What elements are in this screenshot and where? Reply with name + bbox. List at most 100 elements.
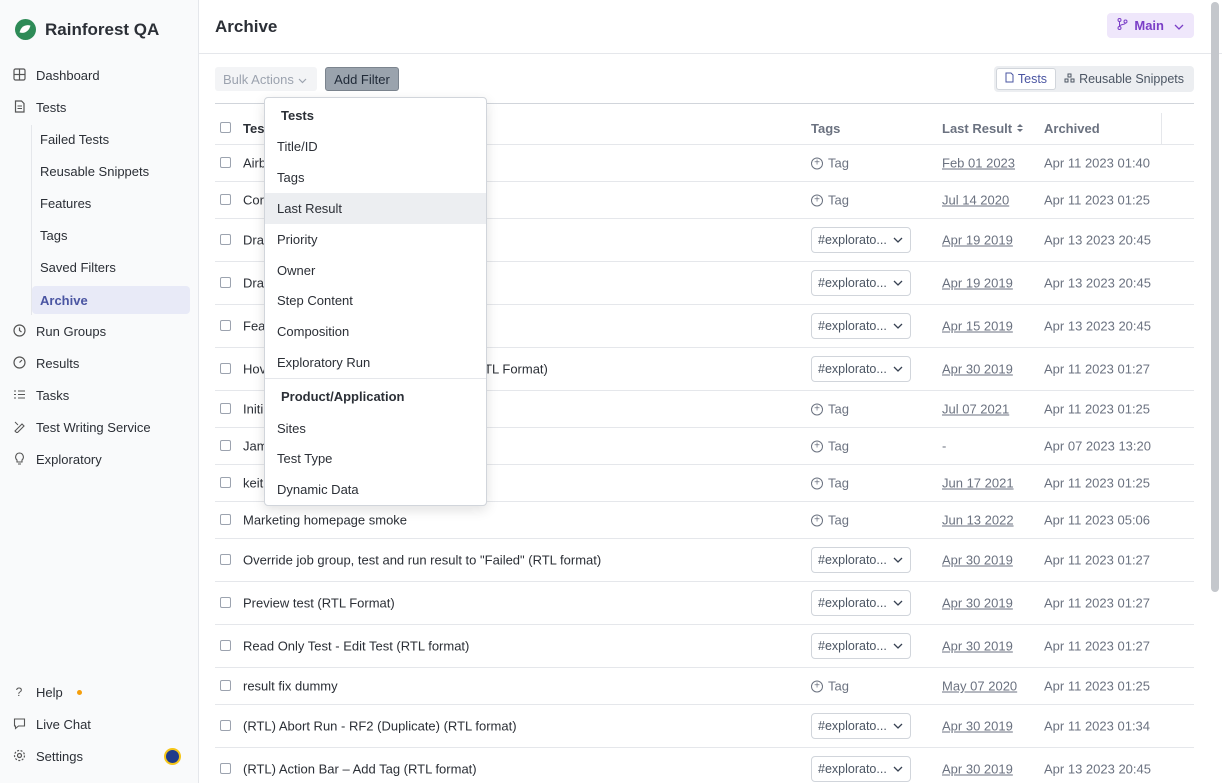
row-checkbox[interactable] — [220, 157, 231, 168]
test-title[interactable]: Override job group, test and run result … — [243, 553, 601, 568]
last-result-link[interactable]: Apr 30 2019 — [942, 762, 1013, 777]
tag-select[interactable]: #explorato... — [811, 227, 911, 253]
add-tag-button[interactable]: + Tag — [811, 679, 849, 694]
row-checkbox[interactable] — [220, 320, 231, 331]
sidebar-item-saved-filters[interactable]: Saved Filters — [32, 253, 190, 281]
last-result-link[interactable]: Jul 07 2021 — [942, 402, 1009, 417]
test-title[interactable]: Marketing homepage smoke — [243, 513, 407, 528]
branch-selector[interactable]: Main — [1107, 13, 1194, 38]
menu-item-title-id[interactable]: Title/ID — [265, 131, 486, 162]
menu-item-exploratory-run[interactable]: Exploratory Run — [265, 347, 486, 378]
table-row[interactable]: Marketing homepage smoke + Tag Jun 13 2022 A… — [215, 502, 1194, 539]
last-result-link[interactable]: Feb 01 2023 — [942, 156, 1015, 171]
test-title[interactable]: Initi — [243, 402, 263, 417]
table-row[interactable]: Preview test (RTL Format) #explorato... Ap… — [215, 582, 1194, 625]
tag-select[interactable]: #explorato... — [811, 356, 911, 382]
menu-item-owner[interactable]: Owner — [265, 255, 486, 286]
row-checkbox[interactable] — [220, 763, 231, 774]
tag-select[interactable]: #explorato... — [811, 547, 911, 573]
test-title[interactable]: (RTL) Abort Run - RF2 (Duplicate) (RTL f… — [243, 719, 517, 734]
sidebar-item-tasks[interactable]: Tasks — [12, 381, 69, 409]
add-tag-button[interactable]: + Tag — [811, 513, 849, 528]
row-checkbox[interactable] — [220, 554, 231, 565]
add-tag-button[interactable]: + Tag — [811, 476, 849, 491]
add-tag-button[interactable]: + Tag — [811, 439, 849, 454]
test-title[interactable]: Preview test (RTL Format) — [243, 596, 395, 611]
menu-item-test-type[interactable]: Test Type — [265, 443, 486, 474]
sidebar-item-failed-tests[interactable]: Failed Tests — [32, 125, 190, 153]
tab-tests[interactable]: Tests — [995, 68, 1057, 90]
select-all-checkbox[interactable] — [220, 122, 231, 133]
column-archived[interactable]: Archived — [1044, 121, 1100, 136]
last-result-link[interactable]: Apr 30 2019 — [942, 719, 1013, 734]
row-checkbox[interactable] — [220, 234, 231, 245]
last-result-link[interactable]: May 07 2020 — [942, 679, 1017, 694]
sidebar-item-tags[interactable]: Tags — [32, 221, 190, 249]
table-row[interactable]: Override job group, test and run result … — [215, 539, 1194, 582]
sidebar-item-results[interactable]: Results — [12, 349, 79, 377]
test-title[interactable]: (RTL) Action Bar – Add Tag (RTL format) — [243, 762, 477, 777]
column-last-result[interactable]: Last Result — [942, 121, 1024, 136]
tag-select[interactable]: #explorato... — [811, 756, 911, 782]
menu-item-last-result[interactable]: Last Result — [265, 193, 486, 224]
menu-item-tags[interactable]: Tags — [265, 162, 486, 193]
sidebar-item-test-writing-service[interactable]: Test Writing Service — [12, 413, 151, 441]
test-title[interactable]: result fix dummy — [243, 679, 338, 694]
row-checkbox[interactable] — [220, 194, 231, 205]
sidebar-item-help[interactable]: ? Help — [12, 678, 82, 706]
sidebar-item-tests[interactable]: Tests — [12, 93, 66, 121]
row-checkbox[interactable] — [220, 363, 231, 374]
row-checkbox[interactable] — [220, 597, 231, 608]
table-row[interactable]: (RTL) Action Bar – Add Tag (RTL format) #… — [215, 748, 1194, 783]
sidebar-item-live-chat[interactable]: Live Chat — [12, 710, 91, 738]
add-tag-button[interactable]: + Tag — [811, 156, 849, 171]
last-result-link[interactable]: Jun 13 2022 — [942, 513, 1014, 528]
row-checkbox[interactable] — [220, 680, 231, 691]
sidebar-item-archive[interactable]: Archive — [32, 286, 190, 314]
tag-select[interactable]: #explorato... — [811, 713, 911, 739]
menu-item-composition[interactable]: Composition — [265, 316, 486, 347]
last-result-link[interactable]: Jun 17 2021 — [942, 476, 1014, 491]
last-result-link[interactable]: Jul 14 2020 — [942, 193, 1009, 208]
row-checkbox[interactable] — [220, 514, 231, 525]
sidebar-item-run-groups[interactable]: Run Groups — [12, 317, 106, 345]
add-tag-button[interactable]: + Tag — [811, 402, 849, 417]
scrollbar[interactable] — [1211, 2, 1219, 592]
row-checkbox[interactable] — [220, 720, 231, 731]
last-result-link[interactable]: Apr 30 2019 — [942, 553, 1013, 568]
sidebar-item-settings[interactable]: Settings — [12, 742, 83, 770]
menu-item-dynamic-data[interactable]: Dynamic Data — [265, 474, 486, 505]
tag-select[interactable]: #explorato... — [811, 270, 911, 296]
add-tag-button[interactable]: + Tag — [811, 193, 849, 208]
bulk-actions-button[interactable]: Bulk Actions — [215, 67, 317, 91]
menu-item-step-content[interactable]: Step Content — [265, 285, 486, 316]
row-checkbox[interactable] — [220, 403, 231, 414]
column-title[interactable]: Tes — [243, 121, 264, 136]
test-title[interactable]: Dra — [243, 276, 264, 291]
brand[interactable]: Rainforest QA — [15, 19, 159, 40]
row-checkbox[interactable] — [220, 277, 231, 288]
last-result-link[interactable]: Apr 30 2019 — [942, 362, 1013, 377]
table-row[interactable]: (RTL) Abort Run - RF2 (Duplicate) (RTL f… — [215, 705, 1194, 748]
tag-select[interactable]: #explorato... — [811, 590, 911, 616]
test-title[interactable]: Airb — [243, 156, 266, 171]
row-checkbox[interactable] — [220, 477, 231, 488]
last-result-link[interactable]: Apr 30 2019 — [942, 596, 1013, 611]
sidebar-item-reusable-snippets[interactable]: Reusable Snippets — [32, 157, 190, 185]
last-result-link[interactable]: Apr 19 2019 — [942, 233, 1013, 248]
tag-select[interactable]: #explorato... — [811, 313, 911, 339]
last-result-link[interactable]: Apr 19 2019 — [942, 276, 1013, 291]
test-title[interactable]: Dra — [243, 233, 264, 248]
tag-select[interactable]: #explorato... — [811, 633, 911, 659]
add-filter-button[interactable]: Add Filter — [325, 67, 399, 91]
tab-reusable-snippets[interactable]: Reusable Snippets — [1056, 68, 1192, 90]
sidebar-item-dashboard[interactable]: Dashboard — [12, 61, 100, 89]
row-checkbox[interactable] — [220, 640, 231, 651]
sidebar-item-exploratory[interactable]: Exploratory — [12, 445, 102, 473]
last-result-link[interactable]: Apr 15 2019 — [942, 319, 1013, 334]
sidebar-item-features[interactable]: Features — [32, 189, 190, 217]
menu-item-sites[interactable]: Sites — [265, 413, 486, 444]
test-title[interactable]: Read Only Test - Edit Test (RTL format) — [243, 639, 469, 654]
row-checkbox[interactable] — [220, 440, 231, 451]
last-result-link[interactable]: Apr 30 2019 — [942, 639, 1013, 654]
